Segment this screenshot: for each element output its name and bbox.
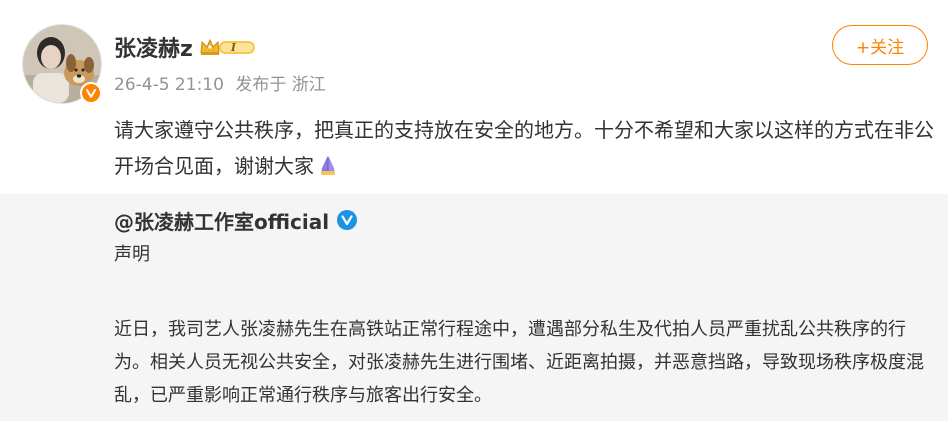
post-meta: 26-4-5 21:10 发布于 浙江 [114,70,332,95]
weibo-post-card: 张凌赫z I 26-4-5 21:10 发布于 浙江 +关注 请大家遵守公共秩序… [0,0,948,421]
orange-v-badge-icon [80,82,102,104]
follow-button[interactable]: +关注 [832,25,928,65]
post-timestamp[interactable]: 26-4-5 21:10 [114,75,224,95]
repost-author-row: @张凌赫工作室official [114,205,358,235]
verified-v-icon [337,210,358,230]
crown-vip-icon [200,38,255,55]
author-row: 张凌赫z I [114,32,262,62]
post-text: 请大家遵守公共秩序，把真正的支持放在安全的地方。十分不希望和大家以这样的方式在非… [114,118,934,178]
repost-author-name[interactable]: @张凌赫工作室official [114,206,329,235]
praying-hands-icon [316,152,340,188]
author-name[interactable]: 张凌赫z [114,31,193,63]
repost-title: 声明 [114,244,150,265]
avatar[interactable] [22,24,102,104]
vip-level: I [230,40,236,54]
repost-block[interactable]: @张凌赫工作室official 声明 近日，我司艺人张凌赫先生在高铁站正常行程途… [0,194,948,421]
vip-badge[interactable]: I [199,37,262,57]
repost-body: 近日，我司艺人张凌赫先生在高铁站正常行程途中，遭遇部分私生及代拍人员严重扰乱公共… [114,319,924,406]
post-content: 请大家遵守公共秩序，把真正的支持放在安全的地方。十分不希望和大家以这样的方式在非… [114,112,934,188]
post-location: 发布于 浙江 [235,75,326,95]
